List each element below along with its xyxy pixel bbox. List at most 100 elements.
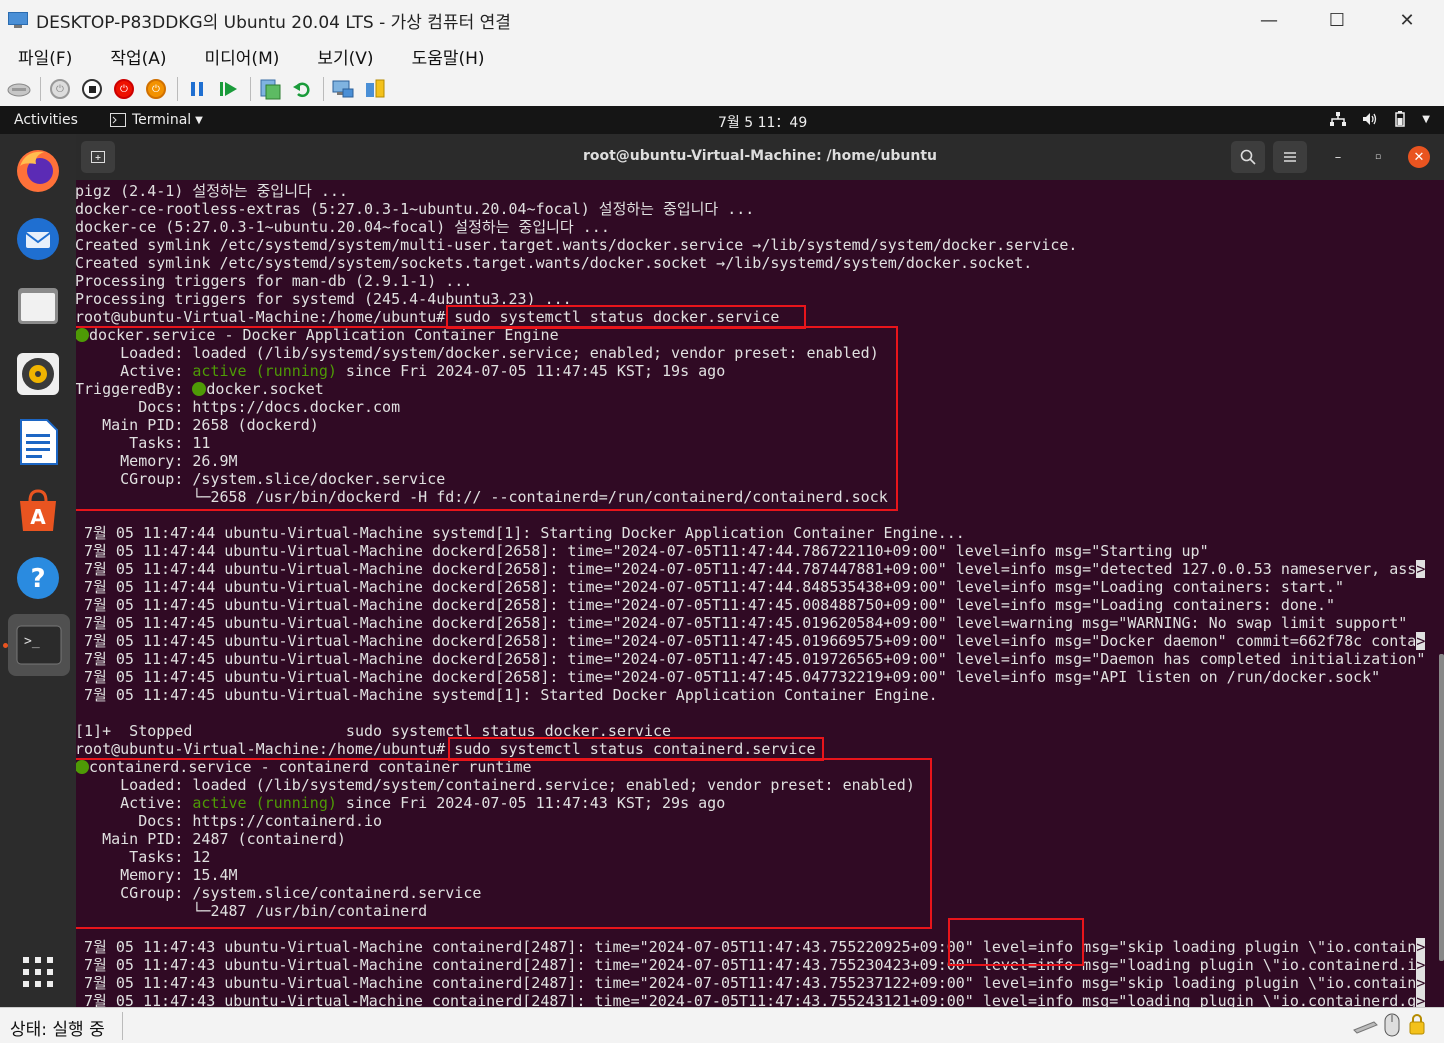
search-button[interactable]: [1231, 141, 1265, 173]
toolbar-separator: [323, 77, 324, 101]
menu-media[interactable]: 미디어(M): [199, 42, 286, 71]
ctrl-alt-del-button[interactable]: [6, 76, 32, 102]
share-icon: [366, 79, 385, 98]
app-grid-icon: [23, 957, 53, 987]
resume-button[interactable]: [216, 76, 242, 102]
terminal-output[interactable]: pigz (2.4-1) 설정하는 중입니다 ... docker-ce-roo…: [76, 180, 1438, 1007]
menu-help[interactable]: 도움말(H): [406, 42, 491, 71]
output-line: Created symlink /etc/systemd/system/sock…: [76, 254, 1033, 272]
gnome-top-bar: Activities Terminal ▼ 7월 5 11：49 ▼: [0, 106, 1444, 134]
truncation-marker: >: [1416, 632, 1426, 650]
dock-libreoffice-writer[interactable]: [12, 416, 64, 468]
show-applications-button[interactable]: [12, 946, 64, 998]
save-state-button[interactable]: ⏻: [143, 76, 169, 102]
output-line: Created symlink /etc/systemd/system/mult…: [76, 236, 1078, 254]
output-line: Processing triggers for man-db (2.9.1-1)…: [76, 272, 473, 290]
vm-menu-bar: 파일(F) 작업(A) 미디어(M) 보기(V) 도움말(H): [0, 40, 1444, 72]
truncation-marker: >: [1416, 938, 1426, 956]
rhythmbox-icon: [17, 353, 59, 395]
status-divider: [122, 1012, 123, 1040]
terminal-close-button[interactable]: ✕: [1408, 146, 1430, 168]
activities-button[interactable]: Activities: [14, 112, 78, 128]
dock-software[interactable]: A: [12, 484, 64, 536]
lock-icon: [1409, 1014, 1425, 1035]
log-line: 7월 05 11:47:44 ubuntu-Virtual-Machine do…: [76, 578, 1345, 596]
ubuntu-dock: A ? >_: [0, 134, 76, 1007]
enhanced-session-icon: [332, 80, 354, 98]
log-line: 7월 05 11:47:45 ubuntu-Virtual-Machine do…: [76, 596, 1336, 614]
maximize-icon: ▫: [1374, 152, 1382, 162]
terminal-minimize-button[interactable]: –: [1327, 146, 1349, 168]
shutdown-button[interactable]: ⏻: [111, 76, 137, 102]
enhanced-session-button[interactable]: [330, 76, 356, 102]
firefox-icon: [17, 150, 59, 192]
vm-status-text: 상태: 실행 중: [10, 1020, 105, 1040]
terminal-maximize-button[interactable]: ▫: [1367, 146, 1389, 168]
volume-icon: [1363, 113, 1377, 125]
ubuntu-software-icon: A: [20, 489, 56, 531]
log-line: 7월 05 11:47:43 ubuntu-Virtual-Machine co…: [76, 938, 1426, 956]
share-button[interactable]: [362, 76, 388, 102]
pause-button[interactable]: [184, 76, 210, 102]
terminal-scrollbar[interactable]: [1439, 654, 1444, 961]
thunderbird-icon: [17, 218, 59, 260]
turn-off-button[interactable]: [79, 76, 105, 102]
files-icon: [18, 288, 58, 324]
terminal-header-bar: root@ubuntu-Virtual-Machine: /home/ubunt…: [76, 134, 1444, 180]
revert-icon: [293, 82, 310, 98]
terminal-app-menu[interactable]: Terminal ▼: [110, 112, 203, 128]
truncation-marker: >: [1416, 974, 1426, 992]
shutdown-icon: ⏻: [114, 79, 134, 99]
output-line: pigz (2.4-1) 설정하는 중입니다 ...: [76, 182, 348, 200]
dock-help[interactable]: ?: [12, 552, 64, 604]
log-line: 7월 05 11:47:43 ubuntu-Virtual-Machine co…: [76, 956, 1426, 974]
keyboard-icon: [1353, 1021, 1378, 1034]
svg-text:?: ?: [30, 564, 45, 594]
shell-prompt: root@ubuntu-Virtual-Machine:/home/ubuntu…: [76, 740, 446, 758]
terminal-small-icon: [110, 113, 126, 127]
toolbar-separator: [40, 77, 41, 101]
truncation-marker: >: [1416, 956, 1426, 974]
vm-connect-app-icon: [8, 11, 30, 29]
dock-rhythmbox[interactable]: [12, 348, 64, 400]
system-menu-arrow-icon: ▼: [1422, 113, 1430, 125]
log-line: 7월 05 11:47:45 ubuntu-Virtual-Machine do…: [76, 650, 1426, 668]
terminal-icon: >_: [16, 625, 62, 665]
checkpoint-icon: [260, 79, 281, 100]
minimize-icon: —: [1260, 9, 1278, 31]
menu-view[interactable]: 보기(V): [311, 42, 379, 71]
highlight-level-info: [948, 918, 1084, 966]
terminal-app-menu-label: Terminal: [132, 112, 192, 128]
menu-action[interactable]: 작업(A): [104, 42, 172, 71]
start-button[interactable]: ⏻: [47, 76, 73, 102]
log-line: 7월 05 11:47:45 ubuntu-Virtual-Machine sy…: [76, 686, 938, 704]
dock-firefox[interactable]: [12, 144, 64, 196]
truncation-marker: >: [1416, 560, 1426, 578]
dock-thunderbird[interactable]: [12, 212, 64, 264]
dropdown-arrow-icon: ▼: [195, 114, 203, 126]
close-button[interactable]: ✕: [1372, 0, 1442, 40]
terminal-window: root@ubuntu-Virtual-Machine: /home/ubunt…: [76, 134, 1444, 1007]
network-icon: [1330, 112, 1347, 126]
maximize-button[interactable]: ☐: [1302, 0, 1372, 40]
vm-title-bar: DESKTOP-P83DDKG의 Ubuntu 20.04 LTS - 가상 컴…: [0, 0, 1444, 40]
menu-file[interactable]: 파일(F): [12, 42, 78, 71]
hamburger-menu-icon: [1284, 152, 1296, 162]
log-line: 7월 05 11:47:44 ubuntu-Virtual-Machine do…: [76, 560, 1426, 578]
toolbar-separator: [250, 77, 251, 101]
window-title: DESKTOP-P83DDKG의 Ubuntu 20.04 LTS - 가상 컴…: [36, 12, 511, 33]
dock-files[interactable]: [12, 280, 64, 332]
revert-button[interactable]: [289, 76, 315, 102]
vm-toolbar: ⏻ ⏻ ⏻: [0, 72, 1444, 106]
minimize-button[interactable]: —: [1234, 0, 1304, 40]
log-line: 7월 05 11:47:45 ubuntu-Virtual-Machine do…: [76, 668, 1381, 686]
svg-text:>_: >_: [24, 634, 40, 649]
ctrl-alt-del-icon: [7, 83, 31, 97]
minimize-icon: –: [1334, 149, 1342, 165]
system-tray[interactable]: ▼: [1330, 111, 1430, 127]
clock[interactable]: 7월 5 11：49: [718, 112, 807, 132]
truncation-marker: >: [1416, 992, 1426, 1007]
dock-terminal[interactable]: >_: [8, 614, 70, 676]
hamburger-menu-button[interactable]: [1273, 141, 1307, 173]
checkpoint-button[interactable]: [257, 76, 283, 102]
